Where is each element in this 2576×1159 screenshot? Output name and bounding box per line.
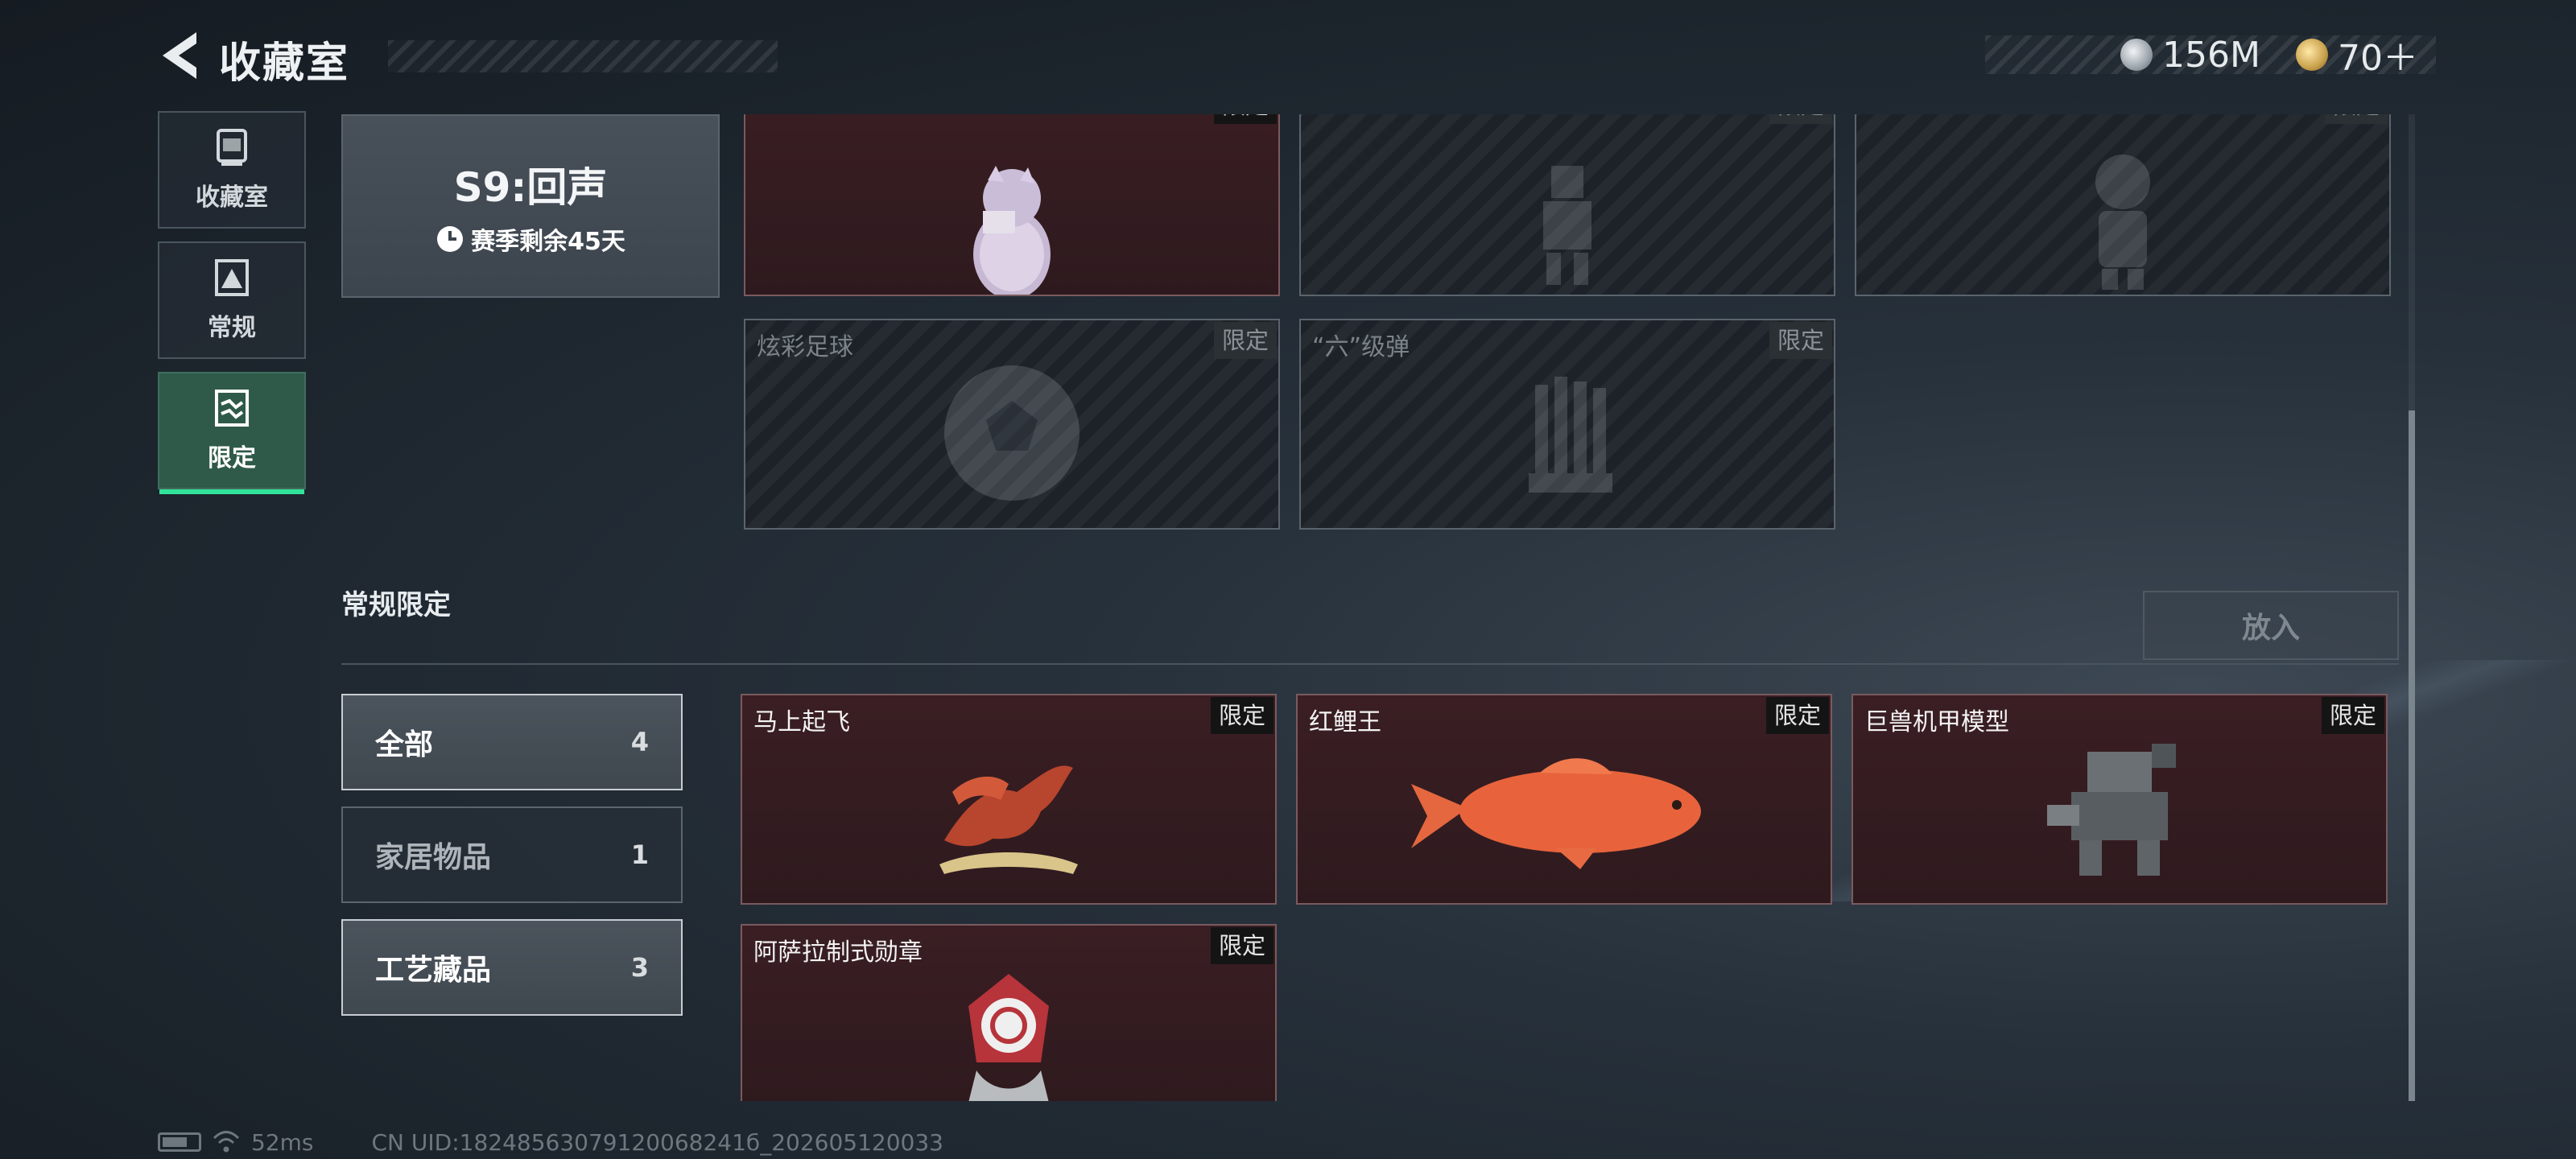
season-item-card[interactable]: 限定: [1855, 114, 2391, 296]
season-remaining-text: 赛季剩余45天: [471, 228, 625, 256]
top-header: 收藏室 156M 70＋: [158, 23, 2436, 88]
collection-content: S9:回声 赛季剩余45天 限定 限定: [338, 114, 2415, 1101]
robot-figurine-image: [1301, 134, 1834, 295]
ping-value: 52ms: [251, 1128, 314, 1156]
gold-coin-icon: [2296, 39, 2328, 71]
nav-regular-label: 常规: [208, 314, 256, 342]
asara-medal-image: [742, 958, 1275, 1101]
nav-regular[interactable]: 常规: [158, 241, 306, 359]
filter-count: 4: [630, 727, 649, 757]
filter-count: 3: [630, 952, 649, 983]
clock-icon: [437, 226, 464, 252]
shell-bundle-image: [1301, 353, 1834, 528]
nav-limited-label: 限定: [208, 444, 256, 472]
collection-item-card[interactable]: 阿萨拉制式勋章 限定: [741, 924, 1277, 1101]
back-arrow-icon: [163, 32, 196, 79]
filter-count: 1: [630, 839, 649, 870]
currency-bar: 156M 70＋: [1985, 34, 2436, 79]
collection-room-icon: [217, 129, 247, 166]
nav-collection-room[interactable]: 收藏室: [158, 111, 306, 229]
currency-silver: 156M: [2120, 34, 2260, 76]
limited-badge: 限定: [1769, 114, 1832, 124]
limited-badge: 限定: [1213, 114, 1277, 124]
wifi-icon: [213, 1131, 240, 1153]
currency-gold: 70＋: [2296, 35, 2418, 79]
user-uid: CN UID:18248563079120068241б_20260512003…: [371, 1128, 943, 1156]
horse-sculpture-image: [742, 728, 1275, 903]
collection-item-card[interactable]: 马上起飞 限定: [741, 694, 1277, 905]
season-item-card[interactable]: 限定: [744, 114, 1280, 296]
status-bar: 52ms CN UID:18248563079120068241б_202605…: [158, 1128, 943, 1156]
scrollbar-thumb[interactable]: [2409, 410, 2415, 1101]
scrollbar-track[interactable]: [2409, 114, 2415, 1101]
egg-creature-figurine-image: [745, 134, 1278, 295]
red-carp-image: [1298, 728, 1831, 903]
limited-icon: [215, 390, 249, 427]
currency-silver-value: 156M: [2162, 34, 2260, 76]
filter-label: 全部: [375, 728, 434, 761]
season-item-card[interactable]: 炫彩足球 限定: [744, 319, 1280, 530]
section-divider: [341, 663, 2399, 665]
season-remaining: 赛季剩余45天: [436, 221, 625, 257]
battery-icon: [158, 1132, 201, 1152]
back-button[interactable]: [158, 27, 206, 84]
soccer-ball-image: [745, 353, 1278, 528]
section-title-regular-limited: 常规限定: [341, 589, 451, 621]
filter-crafts[interactable]: 工艺藏品 3: [341, 919, 683, 1016]
season-item-card[interactable]: 限定: [1299, 114, 1835, 296]
title-stripe-decoration: [388, 40, 778, 72]
collection-item-card[interactable]: 红鲤王 限定: [1296, 694, 1832, 905]
collection-item-card[interactable]: 巨兽机甲模型 限定: [1852, 694, 2388, 905]
silver-coin-icon: [2120, 39, 2153, 71]
page-title: 收藏室: [219, 39, 350, 88]
regular-icon: [215, 259, 249, 296]
nav-limited[interactable]: 限定: [158, 372, 306, 494]
put-in-button[interactable]: 放入: [2143, 591, 2399, 660]
currency-gold-value: 70＋: [2338, 38, 2418, 79]
filter-all[interactable]: 全部 4: [341, 694, 683, 790]
filter-label: 家居物品: [375, 841, 492, 874]
limited-badge: 限定: [2324, 114, 2388, 124]
nav-collection-room-label: 收藏室: [196, 184, 268, 212]
title-area: 收藏室: [219, 29, 778, 88]
filter-household[interactable]: 家居物品 1: [341, 806, 683, 903]
doll-figurine-image: [1856, 134, 2389, 295]
season-item-card[interactable]: “六”级弹 限定: [1299, 319, 1835, 530]
season-card: S9:回声 赛季剩余45天: [341, 114, 720, 298]
season-name: S9:回声: [453, 164, 608, 211]
filter-label: 工艺藏品: [375, 954, 492, 987]
mech-model-image: [1853, 728, 2386, 903]
